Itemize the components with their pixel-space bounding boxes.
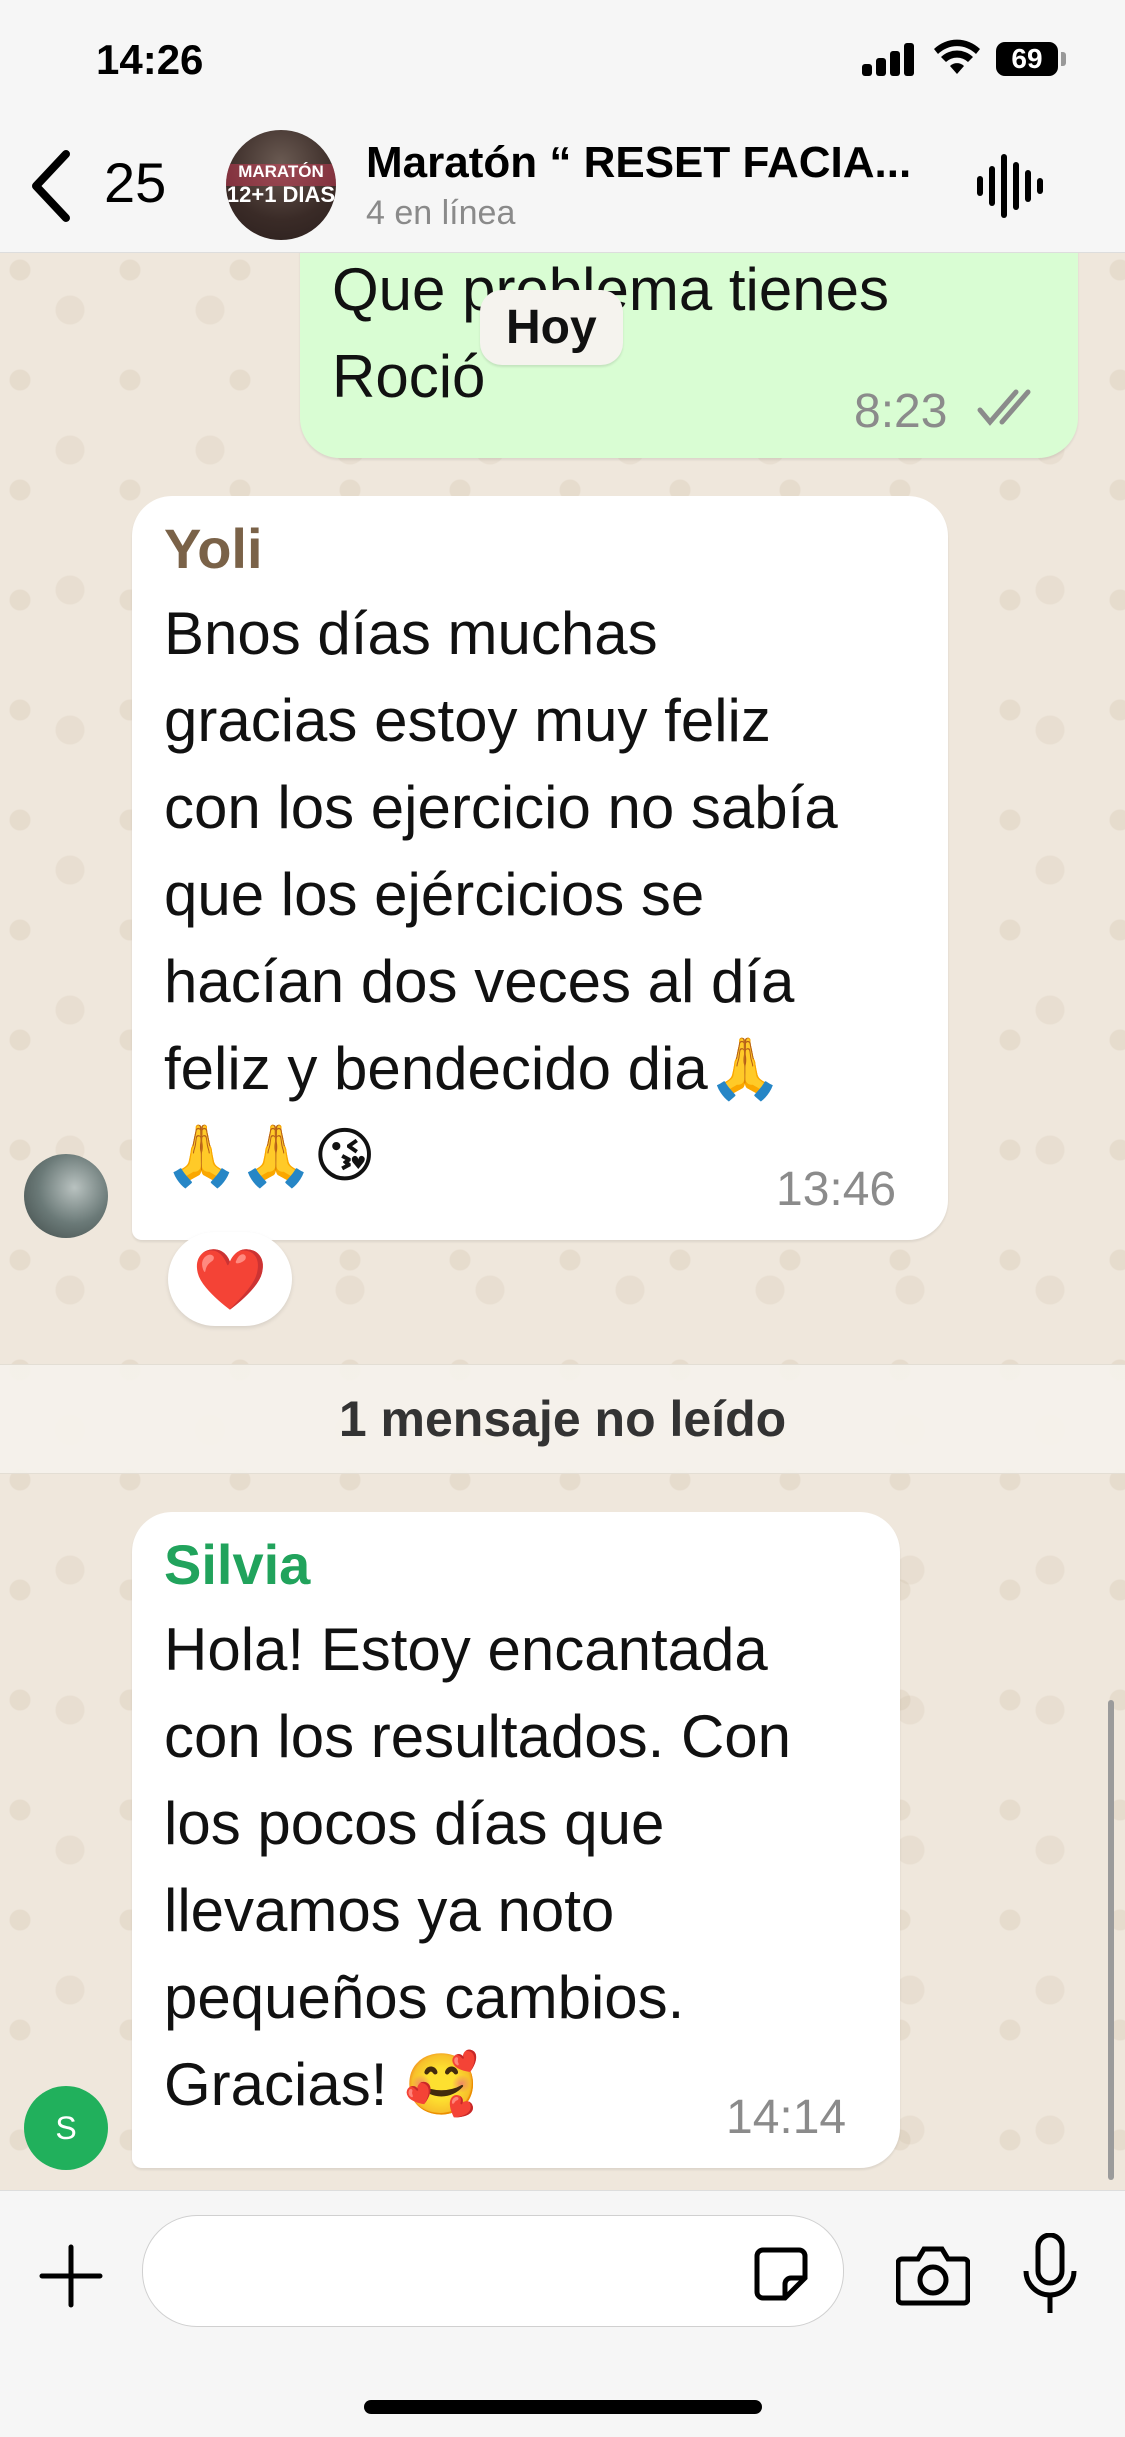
message-text-line: hacían dos veces al día	[164, 948, 795, 1015]
home-indicator	[364, 2400, 762, 2414]
sticker-icon[interactable]	[753, 2246, 809, 2302]
message-text-line: Bnos días muchas	[164, 600, 658, 667]
message-time: 8:23	[854, 385, 948, 438]
audio-wave-icon[interactable]	[975, 154, 1045, 218]
chat-header: 25 MARATÓN 12+1 DIAS Maratón “ RESET FAC…	[0, 120, 1125, 253]
back-unread-count[interactable]: 25	[104, 150, 166, 215]
message-text-line: 🙏🙏😘	[164, 1122, 376, 1189]
message-text-line: Roció	[332, 343, 486, 410]
message-text-line: con los ejercicio no sabía	[164, 774, 838, 841]
incoming-message[interactable]: Yoli Bnos días muchas gracias estoy muy …	[132, 496, 948, 1240]
message-text-line: con los resultados. Con	[164, 1703, 792, 1770]
microphone-icon[interactable]	[1022, 2233, 1078, 2317]
battery-cap	[1061, 52, 1066, 66]
avatar-text-bottom: 12+1 DIAS	[226, 182, 336, 207]
message-text-line: pequeños cambios.	[164, 1964, 685, 2031]
wifi-icon	[934, 39, 980, 74]
avatar-text-top: MARATÓN	[238, 162, 324, 181]
chevron-left-icon[interactable]	[22, 146, 82, 226]
signal-icon	[862, 42, 918, 76]
sender-name[interactable]: Silvia	[164, 1532, 310, 1597]
status-time: 14:26	[96, 36, 204, 83]
message-text-line: Gracias! 🥰	[164, 2051, 479, 2118]
sender-name[interactable]: Yoli	[164, 516, 263, 581]
scrollbar[interactable]	[1108, 1700, 1114, 2180]
sender-avatar-silvia[interactable]: S	[24, 2086, 108, 2170]
sender-avatar-yoli[interactable]	[24, 1154, 108, 1238]
group-online-count: 4 en línea	[366, 194, 516, 232]
unread-banner: 1 mensaje no leído	[0, 1364, 1125, 1474]
incoming-message[interactable]: Silvia Hola! Estoy encantada con los res…	[132, 1512, 900, 2168]
battery-icon: 69	[996, 42, 1058, 76]
message-input[interactable]	[142, 2215, 844, 2327]
message-text-line: llevamos ya noto	[164, 1877, 615, 1944]
camera-icon[interactable]	[896, 2243, 970, 2307]
group-title[interactable]: Maratón “ RESET FACIA...	[366, 138, 946, 188]
message-time: 13:46	[776, 1163, 897, 1216]
message-time: 14:14	[726, 2091, 847, 2144]
message-text-line: los pocos días que	[164, 1790, 665, 1857]
day-separator: Hoy	[480, 290, 623, 365]
plus-icon[interactable]	[38, 2243, 104, 2309]
group-avatar[interactable]: MARATÓN 12+1 DIAS	[226, 130, 336, 240]
status-bar: 14:26 69	[0, 0, 1125, 120]
heart-reaction[interactable]: ❤️	[168, 1232, 292, 1326]
message-text-line: que los ejércicios se	[164, 861, 705, 928]
message-text-line: Hola! Estoy encantada	[164, 1616, 768, 1683]
double-check-icon	[977, 389, 1031, 426]
message-text-line: feliz y bendecido dia🙏	[164, 1035, 783, 1102]
message-text-line: gracias estoy muy feliz	[164, 687, 771, 754]
